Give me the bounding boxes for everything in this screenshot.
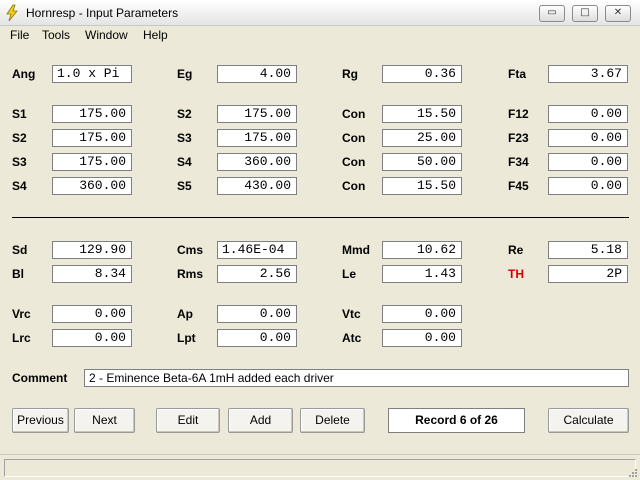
label-con2: Con bbox=[342, 131, 366, 145]
label-lpt: Lpt bbox=[177, 331, 196, 345]
field-rg[interactable]: 0.36 bbox=[382, 65, 462, 83]
lightning-icon bbox=[6, 4, 18, 22]
title-bar: Hornresp - Input Parameters ▭ □ ✕ bbox=[0, 0, 640, 26]
record-indicator: Record 6 of 26 bbox=[388, 408, 525, 433]
menu-file[interactable]: File bbox=[10, 28, 29, 42]
field-lpt[interactable]: 0.00 bbox=[217, 329, 297, 347]
label-le: Le bbox=[342, 267, 357, 281]
menu-help[interactable]: Help bbox=[143, 28, 168, 42]
window-title: Hornresp - Input Parameters bbox=[26, 6, 179, 20]
field-th[interactable]: 2P bbox=[548, 265, 628, 283]
menu-bar: File Tools Window Help bbox=[0, 26, 640, 46]
label-fta: Fta bbox=[508, 67, 526, 81]
field-con4[interactable]: 15.50 bbox=[382, 177, 462, 195]
resize-grip-icon[interactable] bbox=[626, 466, 638, 478]
status-bar bbox=[0, 454, 640, 480]
label-sd: Sd bbox=[12, 243, 28, 257]
field-con2[interactable]: 25.00 bbox=[382, 129, 462, 147]
label-con1: Con bbox=[342, 107, 366, 121]
field-f12[interactable]: 0.00 bbox=[548, 105, 628, 123]
label-ang: Ang bbox=[12, 67, 36, 81]
section-divider bbox=[12, 217, 629, 218]
field-eg[interactable]: 4.00 bbox=[217, 65, 297, 83]
label-vtc: Vtc bbox=[342, 307, 361, 321]
field-fta[interactable]: 3.67 bbox=[548, 65, 628, 83]
field-mmd[interactable]: 10.62 bbox=[382, 241, 462, 259]
field-s3-col2[interactable]: 175.00 bbox=[217, 129, 297, 147]
delete-button[interactable]: Delete bbox=[300, 408, 365, 433]
input-parameters-panel: Ang 1.0 x Pi Eg 4.00 Rg 0.36 Fta 3.67 S1… bbox=[0, 46, 640, 454]
label-atc: Atc bbox=[342, 331, 362, 345]
field-sd[interactable]: 129.90 bbox=[52, 241, 132, 259]
field-s1[interactable]: 175.00 bbox=[52, 105, 132, 123]
field-s5-col2[interactable]: 430.00 bbox=[217, 177, 297, 195]
label-cms: Cms bbox=[177, 243, 204, 257]
field-s2-col2[interactable]: 175.00 bbox=[217, 105, 297, 123]
label-bl: Bl bbox=[12, 267, 24, 281]
close-icon: ✕ bbox=[613, 7, 623, 18]
add-button[interactable]: Add bbox=[228, 408, 293, 433]
label-s4-col2: S4 bbox=[177, 155, 192, 169]
field-vrc[interactable]: 0.00 bbox=[52, 305, 132, 323]
field-con1[interactable]: 15.50 bbox=[382, 105, 462, 123]
maximize-button[interactable]: □ bbox=[572, 5, 598, 22]
label-rms: Rms bbox=[177, 267, 204, 281]
field-ap[interactable]: 0.00 bbox=[217, 305, 297, 323]
field-s4-col2[interactable]: 360.00 bbox=[217, 153, 297, 171]
menu-window[interactable]: Window bbox=[85, 28, 128, 42]
label-re: Re bbox=[508, 243, 524, 257]
label-s1: S1 bbox=[12, 107, 27, 121]
field-re[interactable]: 5.18 bbox=[548, 241, 628, 259]
close-button[interactable]: ✕ bbox=[605, 5, 631, 22]
label-ap: Ap bbox=[177, 307, 193, 321]
maximize-icon: □ bbox=[580, 7, 590, 18]
minimize-button[interactable]: ▭ bbox=[539, 5, 565, 22]
label-s5-col2: S5 bbox=[177, 179, 192, 193]
field-f23[interactable]: 0.00 bbox=[548, 129, 628, 147]
field-le[interactable]: 1.43 bbox=[382, 265, 462, 283]
label-f34: F34 bbox=[508, 155, 529, 169]
label-s4: S4 bbox=[12, 179, 27, 193]
field-lrc[interactable]: 0.00 bbox=[52, 329, 132, 347]
field-rms[interactable]: 2.56 bbox=[217, 265, 297, 283]
field-f34[interactable]: 0.00 bbox=[548, 153, 628, 171]
label-s2: S2 bbox=[12, 131, 27, 145]
edit-button[interactable]: Edit bbox=[156, 408, 220, 433]
field-f45[interactable]: 0.00 bbox=[548, 177, 628, 195]
label-th: TH bbox=[508, 267, 524, 281]
label-f12: F12 bbox=[508, 107, 529, 121]
label-s3-col2: S3 bbox=[177, 131, 192, 145]
field-ang[interactable]: 1.0 x Pi bbox=[52, 65, 132, 83]
label-rg: Rg bbox=[342, 67, 358, 81]
comment-field[interactable]: 2 - Eminence Beta-6A 1mH added each driv… bbox=[84, 369, 629, 387]
field-vtc[interactable]: 0.00 bbox=[382, 305, 462, 323]
calculate-button[interactable]: Calculate bbox=[548, 408, 629, 433]
label-vrc: Vrc bbox=[12, 307, 31, 321]
next-button[interactable]: Next bbox=[74, 408, 135, 433]
label-lrc: Lrc bbox=[12, 331, 31, 345]
label-con4: Con bbox=[342, 179, 366, 193]
label-s3: S3 bbox=[12, 155, 27, 169]
field-atc[interactable]: 0.00 bbox=[382, 329, 462, 347]
status-panel bbox=[4, 459, 636, 477]
label-con3: Con bbox=[342, 155, 366, 169]
label-eg: Eg bbox=[177, 67, 193, 81]
label-s2-col2: S2 bbox=[177, 107, 192, 121]
field-cms[interactable]: 1.46E-04 bbox=[217, 241, 297, 259]
previous-button[interactable]: Previous bbox=[12, 408, 69, 433]
minimize-icon: ▭ bbox=[547, 7, 557, 18]
field-s2[interactable]: 175.00 bbox=[52, 129, 132, 147]
label-f23: F23 bbox=[508, 131, 529, 145]
label-comment: Comment bbox=[12, 371, 68, 385]
field-bl[interactable]: 8.34 bbox=[52, 265, 132, 283]
label-f45: F45 bbox=[508, 179, 529, 193]
label-mmd: Mmd bbox=[342, 243, 370, 257]
menu-tools[interactable]: Tools bbox=[42, 28, 70, 42]
field-s4[interactable]: 360.00 bbox=[52, 177, 132, 195]
field-s3[interactable]: 175.00 bbox=[52, 153, 132, 171]
field-con3[interactable]: 50.00 bbox=[382, 153, 462, 171]
